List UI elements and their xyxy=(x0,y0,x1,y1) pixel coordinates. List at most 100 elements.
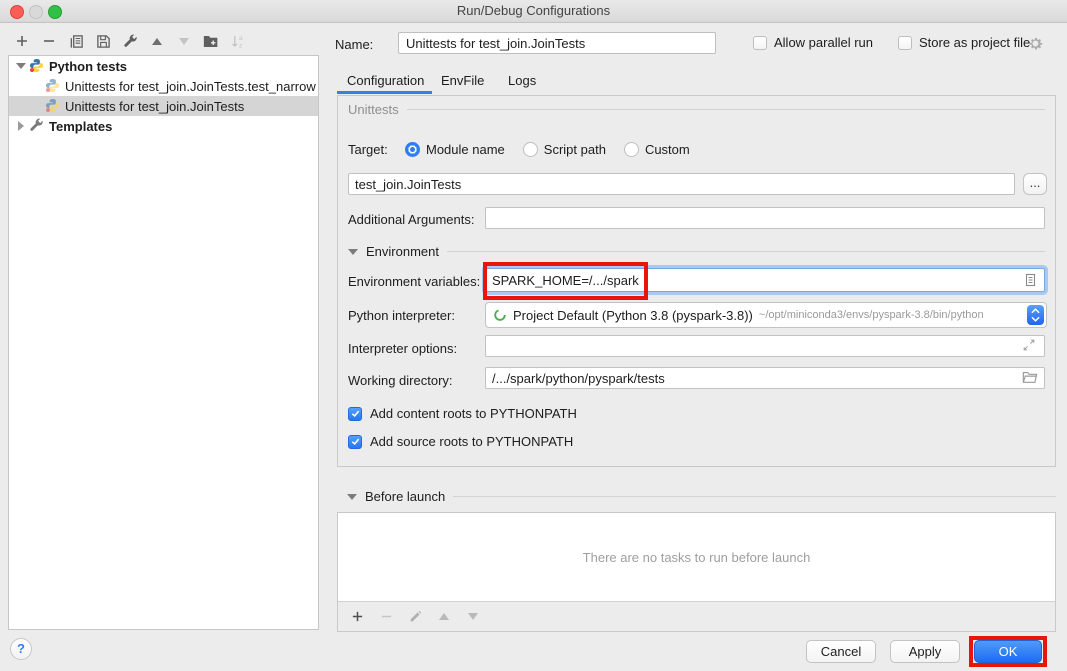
apply-button[interactable]: Apply xyxy=(890,640,960,663)
sort-configurations-icon: az xyxy=(230,33,246,49)
tree-item-label: Unittests for test_join.JoinTests.test_n… xyxy=(65,79,316,94)
before-launch-panel: There are no tasks to run before launch xyxy=(337,512,1056,632)
unittests-group-title: Unittests xyxy=(348,102,399,117)
radio-custom-label: Custom xyxy=(645,142,690,157)
radio-selected-icon[interactable] xyxy=(405,142,420,157)
tree-item-label: Templates xyxy=(49,119,112,134)
configurations-toolbar: az xyxy=(14,33,246,49)
help-button[interactable]: ? xyxy=(10,638,32,660)
additional-arguments-label: Additional Arguments: xyxy=(348,212,474,227)
checkbox-checked-icon[interactable] xyxy=(348,435,362,449)
collapse-triangle-icon[interactable] xyxy=(348,249,358,255)
tab-logs[interactable]: Logs xyxy=(508,70,536,92)
name-input[interactable] xyxy=(398,32,716,54)
store-as-project-file-label: Store as project file xyxy=(919,35,1030,50)
radio-module-name-label: Module name xyxy=(426,142,505,157)
python-interpreter-path: ~/opt/miniconda3/envs/pyspark-3.8/bin/py… xyxy=(759,309,984,321)
tree-item-label: Unittests for test_join.JoinTests xyxy=(65,99,244,114)
tree-item-templates[interactable]: Templates xyxy=(9,116,318,136)
radio-unselected-icon[interactable] xyxy=(523,142,538,157)
target-label: Target: xyxy=(348,142,405,157)
radio-module-name[interactable]: Module name xyxy=(405,142,505,157)
before-launch-toolbar xyxy=(338,602,1055,631)
templates-wrench-icon xyxy=(29,118,45,134)
tab-envfile[interactable]: EnvFile xyxy=(441,70,484,92)
radio-unselected-icon[interactable] xyxy=(624,142,639,157)
radio-script-path-label: Script path xyxy=(544,142,606,157)
before-launch-header[interactable]: Before launch xyxy=(347,489,1056,504)
python-tests-icon xyxy=(29,58,45,74)
browse-button[interactable]: ... xyxy=(1023,173,1047,195)
chevron-expanded-icon[interactable] xyxy=(13,63,29,69)
add-content-roots-checkbox[interactable]: Add content roots to PYTHONPATH xyxy=(348,406,577,421)
name-label: Name: xyxy=(335,37,373,52)
svg-text:a: a xyxy=(238,35,242,42)
checkbox-checked-icon[interactable] xyxy=(348,407,362,421)
additional-arguments-input[interactable] xyxy=(485,207,1045,229)
tree-item-python-tests[interactable]: Python tests xyxy=(9,56,318,76)
working-directory-label: Working directory: xyxy=(348,373,453,388)
collapse-triangle-icon[interactable] xyxy=(347,494,357,500)
run-debug-configurations-dialog: Run/Debug Configurations az xyxy=(0,0,1067,671)
expand-field-icon[interactable] xyxy=(1022,338,1038,354)
before-launch-title: Before launch xyxy=(365,489,445,504)
python-test-icon xyxy=(45,98,61,114)
environment-variables-input[interactable]: SPARK_HOME=/.../spark xyxy=(485,268,1045,292)
before-launch-empty-message: There are no tasks to run before launch xyxy=(583,550,811,565)
copy-configuration-icon[interactable] xyxy=(68,33,84,49)
interpreter-options-label: Interpreter options: xyxy=(348,341,457,356)
unittests-group-header: Unittests xyxy=(348,102,1045,117)
radio-custom[interactable]: Custom xyxy=(624,142,690,157)
before-launch-task-list[interactable]: There are no tasks to run before launch xyxy=(338,513,1055,602)
edit-variables-icon[interactable] xyxy=(1022,272,1038,288)
create-folder-icon[interactable] xyxy=(203,33,219,49)
environment-group-title: Environment xyxy=(366,244,439,259)
radio-script-path[interactable]: Script path xyxy=(523,142,606,157)
target-input[interactable]: test_join.JoinTests xyxy=(348,173,1015,195)
allow-parallel-run-checkbox[interactable]: Allow parallel run xyxy=(753,35,873,50)
group-divider xyxy=(447,251,1045,252)
add-configuration-icon[interactable] xyxy=(14,33,30,49)
target-value: test_join.JoinTests xyxy=(355,177,1008,192)
move-task-up-icon xyxy=(436,609,452,625)
tree-item-unittest-jointests-selected[interactable]: Unittests for test_join.JoinTests xyxy=(9,96,318,116)
title-bar: Run/Debug Configurations xyxy=(0,0,1067,23)
conda-environment-icon xyxy=(493,308,507,322)
interpreter-options-input[interactable] xyxy=(485,335,1045,357)
tab-configuration[interactable]: Configuration xyxy=(347,70,424,92)
python-interpreter-select[interactable]: Project Default (Python 3.8 (pyspark-3.8… xyxy=(485,302,1047,328)
combo-stepper-icon[interactable] xyxy=(1027,305,1044,325)
remove-configuration-icon[interactable] xyxy=(41,33,57,49)
tree-item-label: Python tests xyxy=(49,59,127,74)
group-divider xyxy=(453,496,1056,497)
gear-icon[interactable] xyxy=(1027,35,1044,52)
working-directory-input[interactable]: /.../spark/python/pyspark/tests xyxy=(485,367,1045,389)
move-task-down-icon xyxy=(465,609,481,625)
add-content-roots-label: Add content roots to PYTHONPATH xyxy=(370,406,577,421)
working-directory-value: /.../spark/python/pyspark/tests xyxy=(492,371,1022,386)
environment-group-header[interactable]: Environment xyxy=(348,244,1045,259)
python-interpreter-value: Project Default (Python 3.8 (pyspark-3.8… xyxy=(513,308,753,323)
tree-item-unittest-narrow[interactable]: Unittests for test_join.JoinTests.test_n… xyxy=(9,76,318,96)
svg-text:z: z xyxy=(238,42,241,48)
ok-button[interactable]: OK xyxy=(974,640,1042,663)
save-configuration-icon[interactable] xyxy=(95,33,111,49)
edit-task-icon xyxy=(407,609,423,625)
allow-parallel-run-label: Allow parallel run xyxy=(774,35,873,50)
add-source-roots-checkbox[interactable]: Add source roots to PYTHONPATH xyxy=(348,434,573,449)
configuration-panel: Unittests Target: Module name Script pat… xyxy=(337,95,1056,467)
group-divider xyxy=(407,109,1045,110)
checkbox-unchecked-icon[interactable] xyxy=(898,36,912,50)
store-as-project-file-checkbox[interactable]: Store as project file xyxy=(898,35,1030,50)
move-up-icon[interactable] xyxy=(149,33,165,49)
checkbox-unchecked-icon[interactable] xyxy=(753,36,767,50)
chevron-collapsed-icon[interactable] xyxy=(13,121,29,131)
environment-variables-value: SPARK_HOME=/.../spark xyxy=(492,273,1022,288)
window-title: Run/Debug Configurations xyxy=(0,0,1067,22)
configurations-tree: Python tests Unittests for test_join.Joi… xyxy=(8,55,319,630)
python-interpreter-label: Python interpreter: xyxy=(348,308,455,323)
edit-templates-icon[interactable] xyxy=(122,33,138,49)
cancel-button[interactable]: Cancel xyxy=(806,640,876,663)
add-task-icon[interactable] xyxy=(349,609,365,625)
folder-browse-icon[interactable] xyxy=(1022,370,1038,386)
